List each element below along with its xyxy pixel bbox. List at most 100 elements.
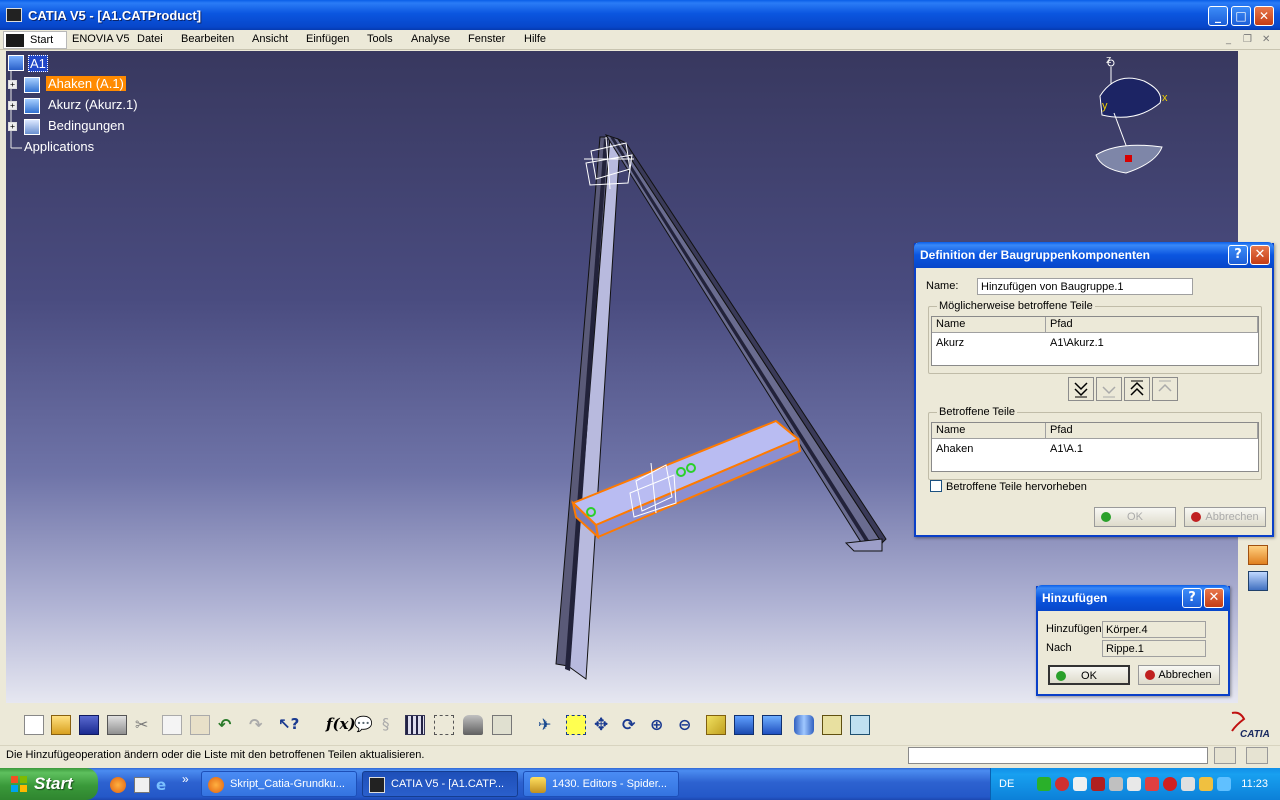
menu-bearbeiten[interactable]: Bearbeiten bbox=[181, 33, 234, 45]
mdi-minimize-button[interactable]: _ bbox=[1226, 34, 1231, 45]
menu-einfuegen[interactable]: Einfügen bbox=[306, 33, 349, 45]
possible-parts-list[interactable]: Name Pfad Akurz A1\Akurz.1 bbox=[931, 316, 1259, 366]
lock-icon[interactable] bbox=[463, 715, 483, 735]
copy-icon[interactable] bbox=[162, 715, 182, 735]
menu-hilfe[interactable]: Hilfe bbox=[524, 33, 546, 45]
redo-icon[interactable]: ↷ bbox=[249, 715, 269, 735]
component-tool-icon[interactable] bbox=[1248, 571, 1268, 591]
tray-icon-4[interactable] bbox=[1091, 777, 1105, 791]
link-icon[interactable]: § bbox=[382, 715, 402, 735]
tray-icon-5[interactable] bbox=[1109, 777, 1123, 791]
desktop-quicklaunch-icon[interactable] bbox=[134, 777, 150, 793]
affected-parts-list[interactable]: Name Pfad Ahaken A1\A.1 bbox=[931, 422, 1259, 472]
help-button[interactable]: ? bbox=[1182, 588, 1202, 608]
menu-ansicht[interactable]: Ansicht bbox=[252, 33, 288, 45]
move-all-up-button[interactable] bbox=[1124, 377, 1150, 401]
cancel-button[interactable]: Abbrechen bbox=[1184, 507, 1266, 527]
pan-icon[interactable]: ✥ bbox=[594, 715, 614, 735]
move-down-button[interactable] bbox=[1096, 377, 1122, 401]
list-item-name[interactable]: Ahaken bbox=[936, 443, 973, 455]
status-button-2[interactable] bbox=[1246, 747, 1268, 764]
start-button[interactable]: Start bbox=[0, 768, 98, 800]
list-item-path[interactable]: A1\Akurz.1 bbox=[1050, 337, 1104, 349]
multi-view-icon[interactable] bbox=[734, 715, 754, 735]
table-icon[interactable] bbox=[405, 715, 425, 735]
normal-view-icon[interactable] bbox=[706, 715, 726, 735]
filter-icon[interactable] bbox=[492, 715, 512, 735]
minimize-button[interactable]: _ bbox=[1208, 6, 1228, 26]
menu-analyse[interactable]: Analyse bbox=[411, 33, 450, 45]
tray-icon-7[interactable] bbox=[1145, 777, 1159, 791]
menu-enovia[interactable]: ENOVIA V5 bbox=[72, 33, 129, 45]
ok-button[interactable]: OK bbox=[1048, 665, 1130, 685]
formula-icon[interactable]: f(x) bbox=[326, 715, 356, 735]
menu-tools[interactable]: Tools bbox=[367, 33, 393, 45]
maximize-button[interactable]: □ bbox=[1231, 6, 1251, 26]
print-icon[interactable] bbox=[107, 715, 127, 735]
mdi-restore-button[interactable]: ❐ bbox=[1243, 34, 1252, 45]
fly-icon[interactable]: ✈ bbox=[538, 715, 558, 735]
close-button[interactable]: ✕ bbox=[1254, 6, 1274, 26]
tray-icon-8[interactable] bbox=[1163, 777, 1177, 791]
list-item-name[interactable]: Akurz bbox=[936, 337, 964, 349]
column-name[interactable]: Name bbox=[932, 423, 1046, 439]
ok-button[interactable]: OK bbox=[1094, 507, 1176, 527]
move-up-button[interactable] bbox=[1152, 377, 1178, 401]
task-catia[interactable]: CATIA V5 - [A1.CATP... bbox=[362, 771, 518, 797]
cancel-button[interactable]: Abbrechen bbox=[1138, 665, 1220, 685]
tree-icon[interactable] bbox=[434, 715, 454, 735]
assembly-tool-icon[interactable] bbox=[1248, 545, 1268, 565]
tray-icon-6[interactable] bbox=[1127, 777, 1141, 791]
tray-icon-1[interactable] bbox=[1037, 777, 1051, 791]
open-folder-icon[interactable] bbox=[51, 715, 71, 735]
close-button[interactable]: ✕ bbox=[1204, 588, 1224, 608]
menu-start[interactable]: Start bbox=[3, 31, 67, 49]
highlight-checkbox[interactable] bbox=[930, 480, 942, 492]
tray-icon-11[interactable] bbox=[1217, 777, 1231, 791]
task-spider-editors[interactable]: 1430. Editors - Spider... bbox=[523, 771, 679, 797]
expand-icon[interactable]: + bbox=[8, 101, 17, 110]
cut-icon[interactable]: ✂ bbox=[135, 715, 155, 735]
command-input[interactable] bbox=[908, 747, 1208, 764]
column-name[interactable]: Name bbox=[932, 317, 1046, 333]
add-body-field[interactable]: Körper.4 bbox=[1102, 621, 1206, 638]
list-item-path[interactable]: A1\A.1 bbox=[1050, 443, 1083, 455]
swap-visible-icon[interactable] bbox=[850, 715, 870, 735]
name-field[interactable]: Hinzufügen von Baugruppe.1 bbox=[977, 278, 1193, 295]
column-path[interactable]: Pfad bbox=[1046, 317, 1258, 333]
rotate-icon[interactable]: ⟳ bbox=[622, 715, 642, 735]
tray-icon-2[interactable] bbox=[1055, 777, 1069, 791]
column-path[interactable]: Pfad bbox=[1046, 423, 1258, 439]
catia-app-icon[interactable] bbox=[6, 8, 22, 22]
firefox-quicklaunch-icon[interactable] bbox=[110, 777, 126, 793]
expand-icon[interactable]: + bbox=[8, 80, 17, 89]
zoom-out-icon[interactable]: ⊖ bbox=[678, 715, 698, 735]
fit-all-icon[interactable] bbox=[566, 715, 586, 735]
paste-icon[interactable] bbox=[190, 715, 210, 735]
after-feature-field[interactable]: Rippe.1 bbox=[1102, 640, 1206, 657]
expand-icon[interactable]: + bbox=[8, 122, 17, 131]
tray-icon-10[interactable] bbox=[1199, 777, 1213, 791]
task-firefox-skript[interactable]: Skript_Catia-Grundku... bbox=[201, 771, 357, 797]
shading-icon[interactable] bbox=[794, 715, 814, 735]
quicklaunch-chevron[interactable]: » bbox=[182, 772, 189, 786]
save-icon[interactable] bbox=[79, 715, 99, 735]
menu-datei[interactable]: Datei bbox=[137, 33, 163, 45]
mdi-close-button[interactable]: ✕ bbox=[1262, 34, 1270, 45]
undo-icon[interactable]: ↶ bbox=[218, 715, 238, 735]
help-button[interactable]: ? bbox=[1228, 245, 1248, 265]
menu-fenster[interactable]: Fenster bbox=[468, 33, 505, 45]
language-indicator[interactable]: DE bbox=[999, 778, 1014, 790]
iso-view-icon[interactable] bbox=[762, 715, 782, 735]
status-button-1[interactable] bbox=[1214, 747, 1236, 764]
tray-icon-3[interactable] bbox=[1073, 777, 1087, 791]
tray-icon-9[interactable] bbox=[1181, 777, 1195, 791]
whats-this-icon[interactable]: ↖? bbox=[278, 715, 299, 735]
close-button[interactable]: ✕ bbox=[1250, 245, 1270, 265]
comment-icon[interactable]: 💬 bbox=[354, 715, 374, 735]
hide-show-icon[interactable] bbox=[822, 715, 842, 735]
zoom-in-icon[interactable]: ⊕ bbox=[650, 715, 670, 735]
ie-quicklaunch-icon[interactable]: e bbox=[156, 776, 166, 794]
move-all-down-button[interactable] bbox=[1068, 377, 1094, 401]
compass-icon[interactable]: z x y bbox=[1095, 54, 1168, 174]
